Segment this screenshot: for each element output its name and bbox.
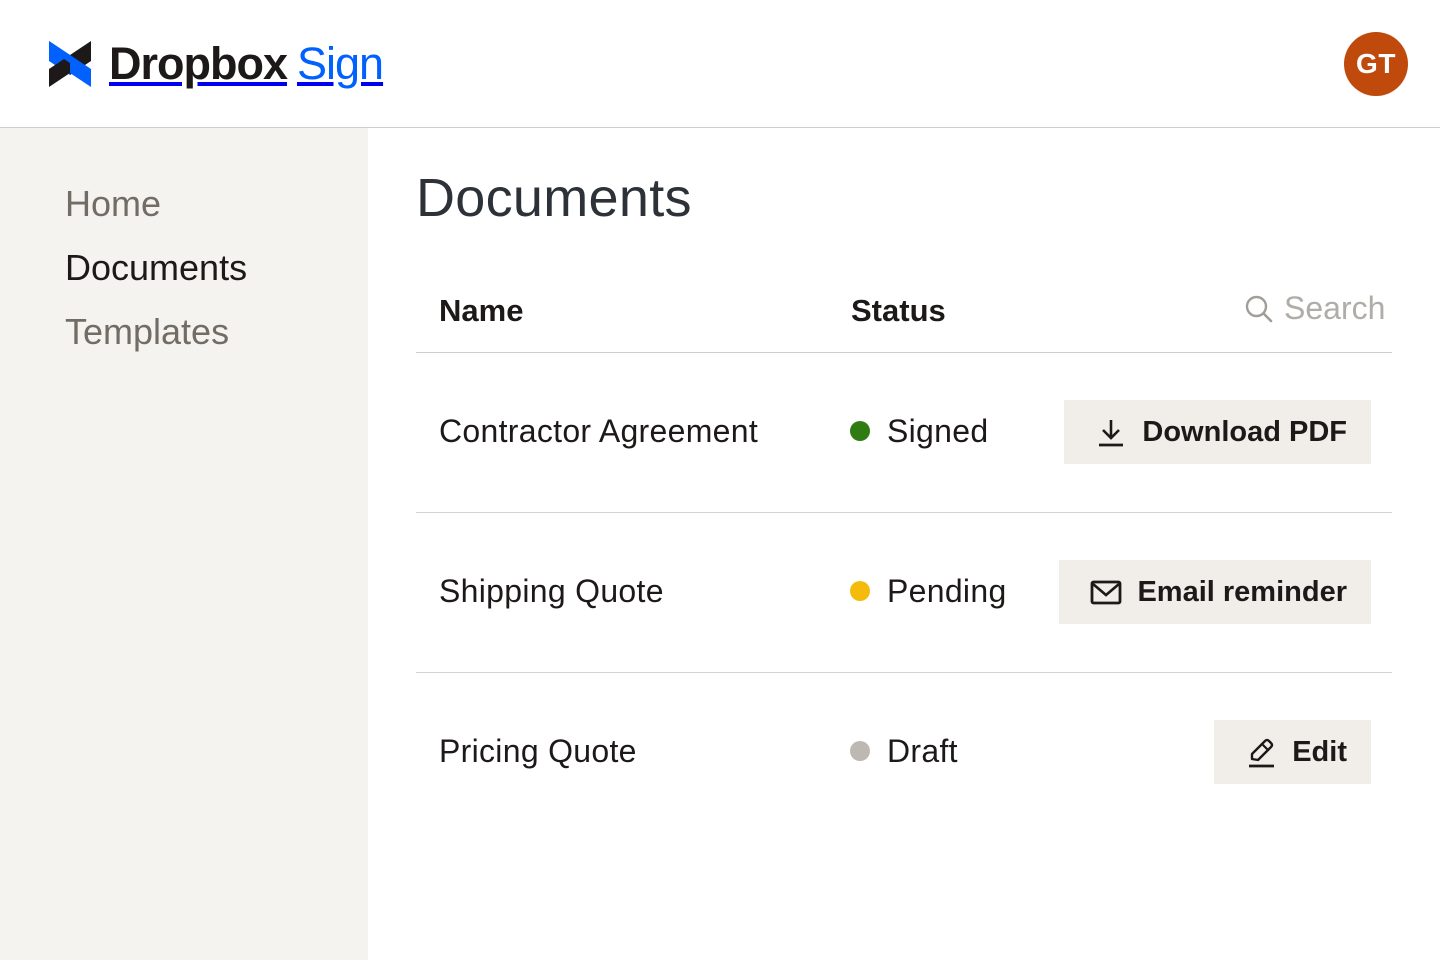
page-title: Documents (416, 168, 692, 228)
download-pdf-button[interactable]: Download PDF (1064, 400, 1371, 464)
edit-button[interactable]: Edit (1214, 720, 1371, 784)
status-label: Draft (887, 733, 958, 769)
status-label: Signed (887, 413, 989, 449)
documents-table: Name Status Contractor Agreement Signed (416, 278, 1392, 833)
table-row: Pricing Quote Draft Edit (416, 673, 1392, 833)
brand-name: Dropbox Sign (109, 38, 384, 89)
sidebar-item-home[interactable]: Home (65, 182, 161, 226)
app-header: Dropbox Sign GT (0, 0, 1440, 128)
table-row: Contractor Agreement Signed Download PDF (416, 353, 1392, 513)
brand-name-secondary: Sign (297, 38, 384, 89)
table-header: Name Status (416, 278, 1392, 353)
status-badge: Pending (850, 571, 1007, 611)
status-badge: Draft (850, 731, 958, 771)
search-field[interactable] (1244, 290, 1390, 327)
status-dot-draft (850, 741, 870, 761)
status-dot-signed (850, 421, 870, 441)
sidebar-item-templates[interactable]: Templates (65, 310, 229, 354)
search-icon (1245, 295, 1273, 322)
document-name[interactable]: Contractor Agreement (439, 411, 758, 451)
status-dot-pending (850, 581, 870, 601)
sidebar-item-documents[interactable]: Documents (65, 246, 247, 290)
email-reminder-button[interactable]: Email reminder (1059, 560, 1371, 624)
mail-icon (1091, 580, 1122, 605)
column-header-name[interactable]: Name (439, 291, 523, 331)
document-name[interactable]: Shipping Quote (439, 571, 664, 611)
brand-name-primary: Dropbox (109, 38, 288, 89)
download-icon (1099, 420, 1124, 447)
document-name[interactable]: Pricing Quote (439, 731, 637, 771)
dropbox-sign-logo-icon (49, 41, 91, 87)
sidebar: Home Documents Templates (0, 128, 368, 960)
pencil-icon (1249, 738, 1275, 768)
email-reminder-label: Email reminder (1137, 575, 1347, 608)
edit-label: Edit (1292, 735, 1347, 768)
status-badge: Signed (850, 411, 988, 451)
table-row: Shipping Quote Pending Email reminder (416, 513, 1392, 673)
dropbox-sign-logo[interactable]: Dropbox Sign (49, 38, 384, 89)
user-avatar[interactable]: GT (1344, 32, 1408, 96)
search-input[interactable] (1284, 290, 1390, 327)
download-pdf-label: Download PDF (1142, 415, 1347, 448)
column-header-status[interactable]: Status (851, 291, 946, 331)
status-label: Pending (887, 573, 1007, 609)
